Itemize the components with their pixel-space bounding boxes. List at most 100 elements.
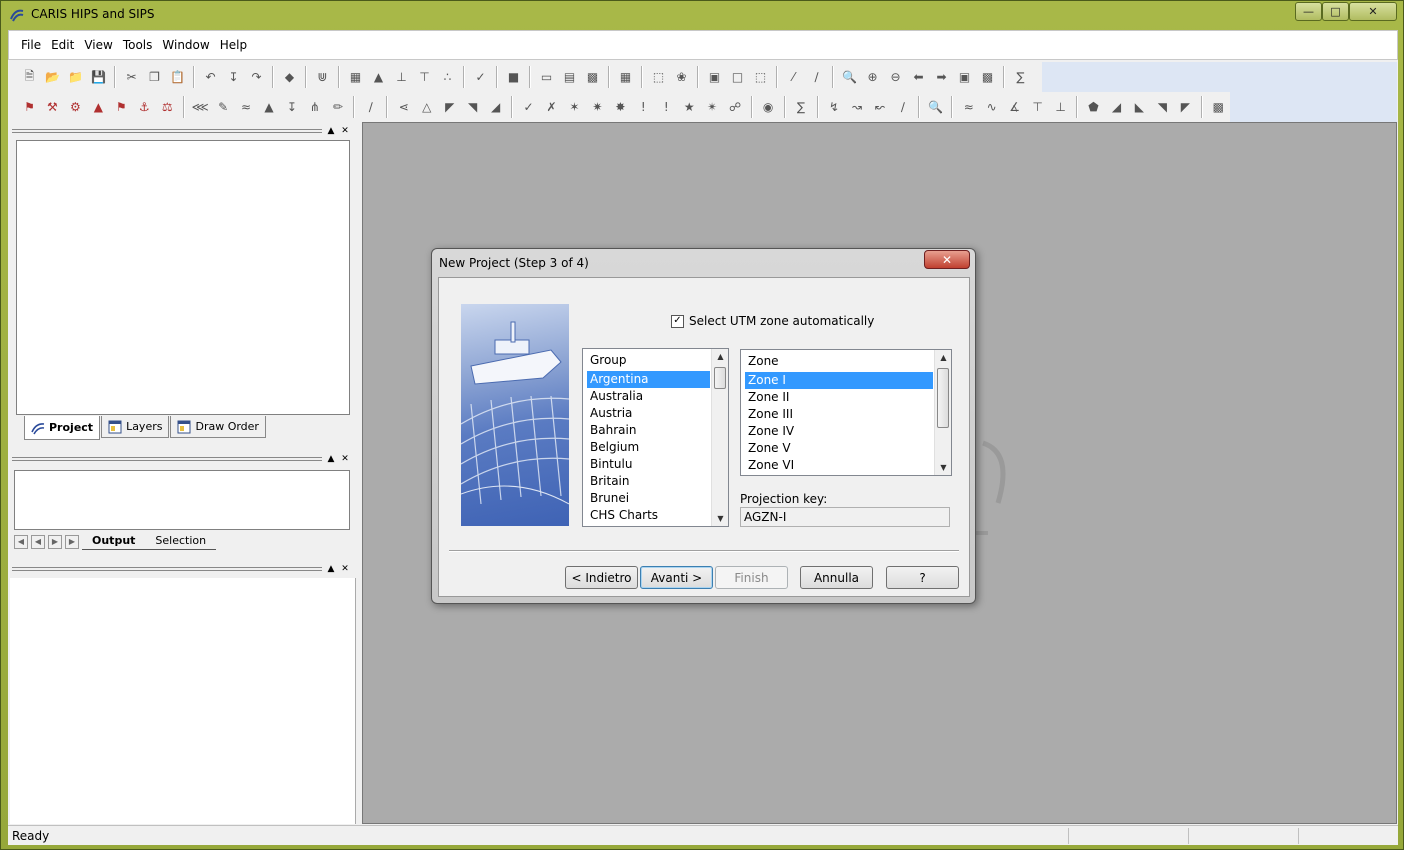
maximize-button[interactable]: □: [1322, 2, 1349, 21]
tab-project[interactable]: Project: [24, 416, 101, 440]
pane-restore-icon[interactable]: ▲: [326, 564, 336, 574]
convert-icon[interactable]: ⚙: [66, 98, 84, 116]
contour-icon[interactable]: ∿: [983, 98, 1001, 116]
outlier-icon[interactable]: ✶: [565, 98, 583, 116]
attitude-icon[interactable]: ⚑: [112, 98, 130, 116]
dialog-close-button[interactable]: ✕: [924, 250, 970, 269]
zoom-fit-icon[interactable]: ▣: [956, 68, 974, 86]
slash-icon[interactable]: ⁄: [785, 68, 803, 86]
merge-left-icon[interactable]: ◤: [441, 98, 459, 116]
designate-icon[interactable]: ✴: [703, 98, 721, 116]
zoom-icon[interactable]: 🔍: [841, 68, 859, 86]
scroll-down-icon[interactable]: ▼: [935, 460, 951, 475]
scroll-thumb[interactable]: [714, 367, 726, 389]
accept-icon[interactable]: ✓: [520, 98, 538, 116]
tab-draw-order[interactable]: Draw Order: [170, 416, 266, 438]
scroll-up-icon[interactable]: ▲: [712, 349, 728, 364]
copy-icon[interactable]: ❐: [146, 68, 164, 86]
search-icon[interactable]: 🔍: [927, 98, 945, 116]
project-tree[interactable]: [16, 140, 350, 415]
paste-icon[interactable]: 📋: [169, 68, 187, 86]
menu-tools[interactable]: Tools: [123, 38, 153, 52]
select-tool-icon[interactable]: ✓: [472, 68, 490, 86]
list-item[interactable]: Britain: [587, 473, 710, 490]
tab-output[interactable]: Output: [82, 534, 146, 550]
minimize-button[interactable]: —: [1295, 2, 1322, 21]
pane-grip[interactable]: [12, 567, 322, 571]
zoom-select-icon[interactable]: ⬚: [650, 68, 668, 86]
zoom-in-icon[interactable]: ⊕: [864, 68, 882, 86]
redo-icon[interactable]: ↷: [248, 68, 266, 86]
next-tab-icon[interactable]: ▶: [48, 535, 62, 549]
cut-icon[interactable]: ✂: [123, 68, 141, 86]
tide-icon[interactable]: ⊥: [393, 68, 411, 86]
pane-grip[interactable]: [12, 129, 322, 133]
output-window[interactable]: [14, 470, 350, 530]
zone-list[interactable]: Zone Zone I Zone II Zone III Zone IV Zon…: [740, 349, 952, 476]
finalize-icon[interactable]: ◥: [1153, 98, 1171, 116]
scroll-up-icon[interactable]: ▲: [935, 350, 951, 365]
panel-icon[interactable]: ▤: [561, 68, 579, 86]
filter-line-icon[interactable]: ↝: [848, 98, 866, 116]
import-icon[interactable]: ⚒: [43, 98, 61, 116]
undo-icon[interactable]: ↶: [202, 68, 220, 86]
download-icon[interactable]: ↧: [225, 68, 243, 86]
profile-icon[interactable]: ⋓: [314, 68, 332, 86]
flag-icon[interactable]: ✷: [588, 98, 606, 116]
tree-icon[interactable]: ⊤: [1029, 98, 1047, 116]
sound-velocity-icon[interactable]: ⋖: [395, 98, 413, 116]
filter-down-icon[interactable]: ↯: [825, 98, 843, 116]
stats-icon[interactable]: ∑: [1012, 68, 1030, 86]
list-item[interactable]: Bahrain: [587, 422, 710, 439]
graph-icon[interactable]: ≈: [960, 98, 978, 116]
list-item[interactable]: Australia: [587, 388, 710, 405]
menu-view[interactable]: View: [84, 38, 112, 52]
menu-help[interactable]: Help: [220, 38, 247, 52]
surface-icon[interactable]: ▲: [370, 68, 388, 86]
export-icon[interactable]: ◤: [1176, 98, 1194, 116]
navigation-icon[interactable]: ⚓: [135, 98, 153, 116]
list-item[interactable]: Zone VI: [745, 457, 933, 474]
window-icon[interactable]: ▭: [538, 68, 556, 86]
back-button[interactable]: < Indietro: [565, 566, 638, 589]
new-file-icon[interactable]: 🗎: [21, 68, 39, 86]
pencil-icon[interactable]: ✏: [329, 98, 347, 116]
auto-utm-checkbox[interactable]: ✓ Select UTM zone automatically: [671, 314, 874, 328]
list-item[interactable]: Bintulu: [587, 456, 710, 473]
tab-selection[interactable]: Selection: [145, 534, 217, 550]
triangle-icon[interactable]: ▲: [260, 98, 278, 116]
group-list[interactable]: Group Argentina Australia Austria Bahrai…: [582, 348, 729, 527]
print-icon[interactable]: ▩: [1209, 98, 1227, 116]
list-item[interactable]: Zone I: [745, 372, 933, 389]
pane-restore-icon[interactable]: ▲: [326, 454, 336, 464]
pane-restore-icon[interactable]: ▲: [326, 126, 336, 136]
query-icon[interactable]: ✸: [611, 98, 629, 116]
last-tab-icon[interactable]: ▶: [65, 535, 79, 549]
brush-icon[interactable]: ✎: [214, 98, 232, 116]
combine-icon[interactable]: ◣: [1130, 98, 1148, 116]
open-folder-icon[interactable]: 📂: [44, 68, 62, 86]
list-item[interactable]: Argentina: [587, 371, 710, 388]
split-icon[interactable]: ⋔: [306, 98, 324, 116]
checkbox-check-icon[interactable]: ✓: [671, 314, 684, 328]
zone-list-scrollbar[interactable]: ▲ ▼: [934, 350, 951, 475]
rect-select-icon[interactable]: □: [729, 68, 747, 86]
group-list-scrollbar[interactable]: ▲ ▼: [711, 349, 728, 526]
frame-icon[interactable]: ▣: [706, 68, 724, 86]
menu-file[interactable]: File: [21, 38, 41, 52]
filter-surface-icon[interactable]: ↜: [871, 98, 889, 116]
menu-edit[interactable]: Edit: [51, 38, 74, 52]
merge-icon[interactable]: ⊤: [416, 68, 434, 86]
list-item[interactable]: Zone V: [745, 440, 933, 457]
tab-layers[interactable]: Layers: [101, 416, 170, 438]
down-arrow-icon[interactable]: ↧: [283, 98, 301, 116]
sigma-icon[interactable]: ∑: [792, 98, 810, 116]
list-item[interactable]: Belgium: [587, 439, 710, 456]
list-item[interactable]: Zone II: [745, 389, 933, 406]
panel-alt-icon[interactable]: ▩: [584, 68, 602, 86]
open-project-icon[interactable]: 📁: [67, 68, 85, 86]
reject-icon[interactable]: ✗: [543, 98, 561, 116]
base-surface-icon[interactable]: ⬟: [1085, 98, 1103, 116]
save-icon[interactable]: 💾: [90, 68, 108, 86]
sensor-icon[interactable]: ⚖: [158, 98, 176, 116]
